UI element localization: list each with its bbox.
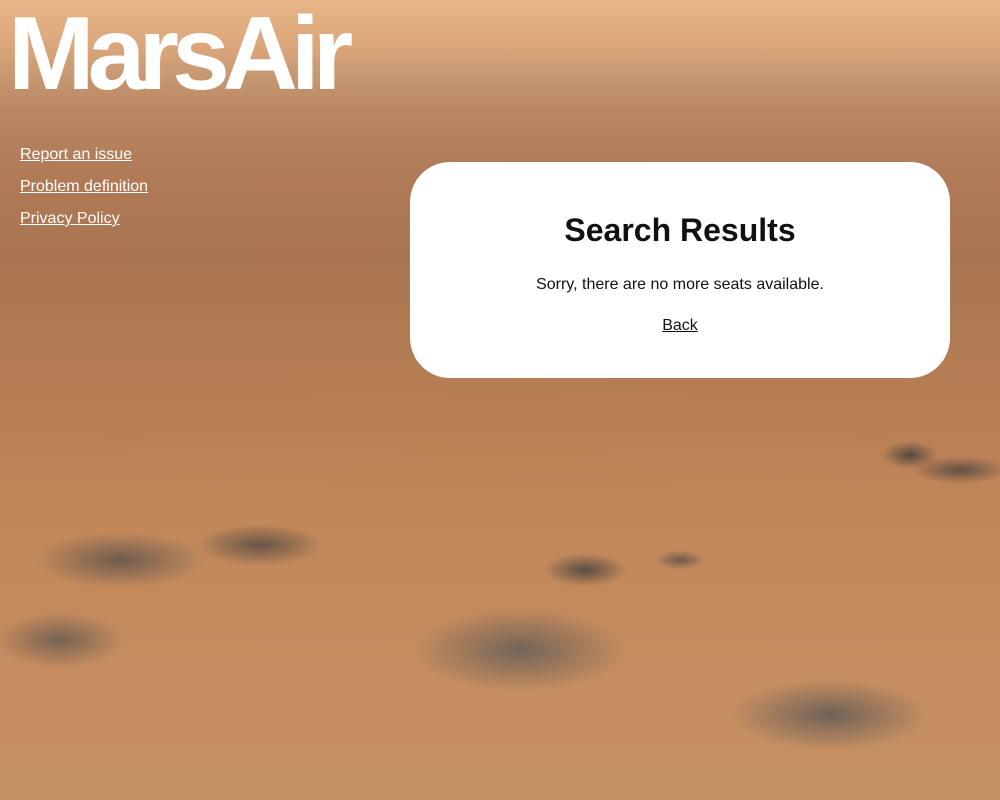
marsair-logo[interactable]: MarsAir: [8, 0, 353, 106]
nav-link-problem-definition[interactable]: Problem definition: [20, 177, 148, 197]
side-nav: Report an issue Problem definition Priva…: [20, 145, 148, 241]
search-results-title: Search Results: [564, 212, 796, 248]
search-results-panel: Search Results Sorry, there are no more …: [410, 162, 950, 378]
nav-link-privacy-policy[interactable]: Privacy Policy: [20, 209, 148, 229]
nav-link-report-issue[interactable]: Report an issue: [20, 145, 148, 165]
page-background: { "brand": { "logo_text": "MarsAir" }, "…: [0, 0, 1000, 800]
no-seats-message: Sorry, there are no more seats available…: [536, 276, 824, 293]
back-link-wrapper: Back: [410, 317, 950, 335]
back-link[interactable]: Back: [662, 317, 698, 334]
